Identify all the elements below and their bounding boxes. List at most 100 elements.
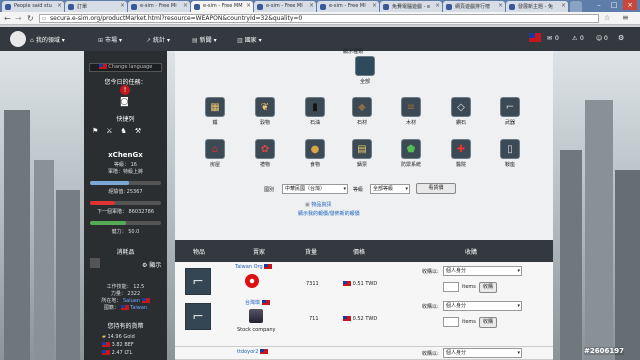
- browser-tab[interactable]: e-sim - Free Mi ×: [128, 1, 190, 12]
- quick-link-icons[interactable]: ⚑⚔♞⚒: [92, 127, 149, 135]
- browser-tab-active[interactable]: e-sim - Free MM ×: [191, 1, 253, 12]
- weapon-icon: ⌐: [500, 97, 520, 117]
- health-bar: [90, 221, 161, 225]
- buy-as-value: 個人身分: [446, 268, 467, 274]
- messages-icon[interactable]: ✉: [547, 35, 552, 42]
- site-logo[interactable]: [10, 31, 26, 47]
- oil-icon: ▮: [305, 97, 325, 117]
- menu-icon[interactable]: ≡: [622, 13, 629, 22]
- close-tab-icon[interactable]: ×: [309, 2, 314, 9]
- bef-line: 3.82 BEF: [102, 342, 134, 348]
- seller-link[interactable]: 台灣琪: [245, 300, 260, 306]
- consumables-title: 消耗品: [116, 249, 135, 256]
- shield-icon: ⬟: [401, 139, 421, 159]
- consumable-slot[interactable]: [90, 258, 100, 268]
- task-icon[interactable]: !: [120, 85, 130, 95]
- seller-link[interactable]: ttdoyor2: [237, 349, 258, 355]
- browser-tab[interactable]: 免費電腦遊戲 - e ×: [380, 1, 442, 12]
- seller-avatar[interactable]: [245, 274, 259, 288]
- nav-market[interactable]: ⊞ 市場 ▾: [98, 35, 122, 44]
- maximize-icon[interactable]: □: [607, 0, 621, 10]
- close-tab-icon[interactable]: ×: [246, 2, 251, 9]
- category-estate[interactable]: ▯ 鞍座: [498, 139, 522, 168]
- settings-gear-icon[interactable]: ⚙: [618, 34, 624, 42]
- category-house[interactable]: ⌂ 房屋: [203, 139, 227, 168]
- browser-tab[interactable]: e-sim - Free MI ×: [317, 1, 379, 12]
- buy-as-select[interactable]: 個人身分 ▾: [443, 266, 522, 276]
- diamond-icon: ◇: [451, 97, 471, 117]
- category-label: 武器: [504, 120, 515, 126]
- browser-tab[interactable]: People said stu ×: [2, 1, 64, 12]
- forward-icon[interactable]: →: [15, 14, 22, 23]
- category-iron[interactable]: ▦ 鐵: [203, 97, 227, 126]
- quantity-input[interactable]: [443, 282, 459, 292]
- col-header-item: 物品: [193, 249, 206, 256]
- grain-icon: ❦: [255, 97, 275, 117]
- camera-icon[interactable]: ◙: [120, 97, 129, 107]
- alerts-count: 0: [580, 35, 584, 42]
- cart-icon: ⊞: [98, 37, 104, 44]
- weapon-thumbnail: ⌐: [185, 303, 211, 330]
- nav-country[interactable]: ▥ 國家 ▾: [237, 35, 262, 44]
- category-label: 鑄票: [356, 162, 367, 168]
- seller-link[interactable]: Taiwan Org: [235, 264, 263, 270]
- category-oil[interactable]: ▮ 石油: [303, 97, 327, 126]
- close-tab-icon[interactable]: ×: [183, 2, 188, 9]
- show-consumables-button[interactable]: ⚙ 顯示: [142, 260, 161, 269]
- item-info-link[interactable]: ▣ 物品資訊: [305, 201, 331, 208]
- citizenship-label: 國籍：: [103, 305, 119, 311]
- close-tab-icon[interactable]: ×: [120, 2, 125, 9]
- category-diamonds[interactable]: ◇ 鑽石: [449, 97, 473, 126]
- close-tab-icon[interactable]: ×: [561, 2, 566, 9]
- buy-button[interactable]: 收購: [479, 282, 497, 293]
- category-ticket[interactable]: ▤ 鑄票: [350, 139, 374, 168]
- category-grain[interactable]: ❦ 穀物: [253, 97, 277, 126]
- change-language-label: Change language: [108, 64, 153, 70]
- minimize-icon[interactable]: –: [592, 0, 606, 10]
- country-select[interactable]: 中華民國（台灣） ▾: [282, 184, 348, 194]
- close-tab-icon[interactable]: ×: [435, 2, 440, 9]
- buy-as-label: 收購以:: [422, 351, 439, 357]
- buy-as-select[interactable]: 個人身分 ▾: [443, 301, 522, 311]
- close-tab-icon[interactable]: ×: [498, 2, 503, 9]
- browser-tab[interactable]: 訂單 ×: [65, 1, 127, 12]
- category-weapon[interactable]: ⌐ 武器: [498, 97, 522, 126]
- reload-icon[interactable]: ↻: [27, 14, 34, 23]
- browser-tab[interactable]: 發展新主題 - 免 ×: [506, 1, 568, 12]
- back-icon[interactable]: ←: [4, 14, 11, 23]
- nav-news[interactable]: ▤ 新聞 ▾: [192, 35, 217, 44]
- nav-my-domain[interactable]: ⌂ 我的領域 ▾: [30, 35, 65, 44]
- close-window-icon[interactable]: ×: [623, 0, 637, 10]
- buy-as-select[interactable]: 個人身分 ▾: [443, 348, 522, 358]
- quality-select[interactable]: 全部等級 ▾: [370, 184, 410, 194]
- citizenship-link[interactable]: Taiwan: [130, 305, 147, 311]
- close-tab-icon[interactable]: ×: [57, 2, 62, 9]
- friends-icon[interactable]: ☺: [596, 35, 602, 42]
- alerts-icon[interactable]: ⚠: [572, 35, 577, 42]
- browser-tab[interactable]: e-sim - Free MI ×: [254, 1, 316, 12]
- category-wood[interactable]: ≡ 木材: [399, 97, 423, 126]
- view-offers-button[interactable]: 看貨價: [416, 183, 456, 194]
- price-value: 0.52 TWD: [352, 316, 378, 322]
- my-offers-link[interactable]: 顯示我的報價/發佈新的報價: [298, 210, 360, 217]
- address-bar[interactable]: ▫ secura.e-sim.org/productMarket.html?res…: [39, 14, 599, 23]
- category-hospital[interactable]: ✚ 醫院: [449, 139, 473, 168]
- username[interactable]: xChenGx: [84, 151, 167, 159]
- category-stone[interactable]: ◆ 石材: [350, 97, 374, 126]
- work-skill-text: 工作技能： 12.5: [106, 284, 145, 290]
- browser-tab-bar: People said stu × 訂單 × e-sim - Free Mi × e-…: [0, 0, 640, 12]
- strength-text: 力量： 2322: [110, 291, 141, 297]
- category-gift[interactable]: ✿ 禮物: [253, 139, 277, 168]
- change-language-button[interactable]: Change language: [89, 63, 162, 72]
- quantity-input[interactable]: [443, 317, 459, 327]
- category-defense-system[interactable]: ⬟ 防禦系統: [399, 139, 423, 168]
- seller-avatar[interactable]: [249, 309, 263, 323]
- bookmark-star-icon[interactable]: ☆: [604, 14, 610, 22]
- close-tab-icon[interactable]: ×: [372, 2, 377, 9]
- buy-button[interactable]: 收購: [479, 317, 497, 328]
- new-tab-button[interactable]: [570, 1, 582, 12]
- browser-tab[interactable]: 網頁遊戲排行榜 ×: [443, 1, 505, 12]
- nav-stats[interactable]: ↗ 統計 ▾: [146, 35, 170, 44]
- category-all[interactable]: 全部: [353, 56, 377, 85]
- category-food[interactable]: ● 食物: [303, 139, 327, 168]
